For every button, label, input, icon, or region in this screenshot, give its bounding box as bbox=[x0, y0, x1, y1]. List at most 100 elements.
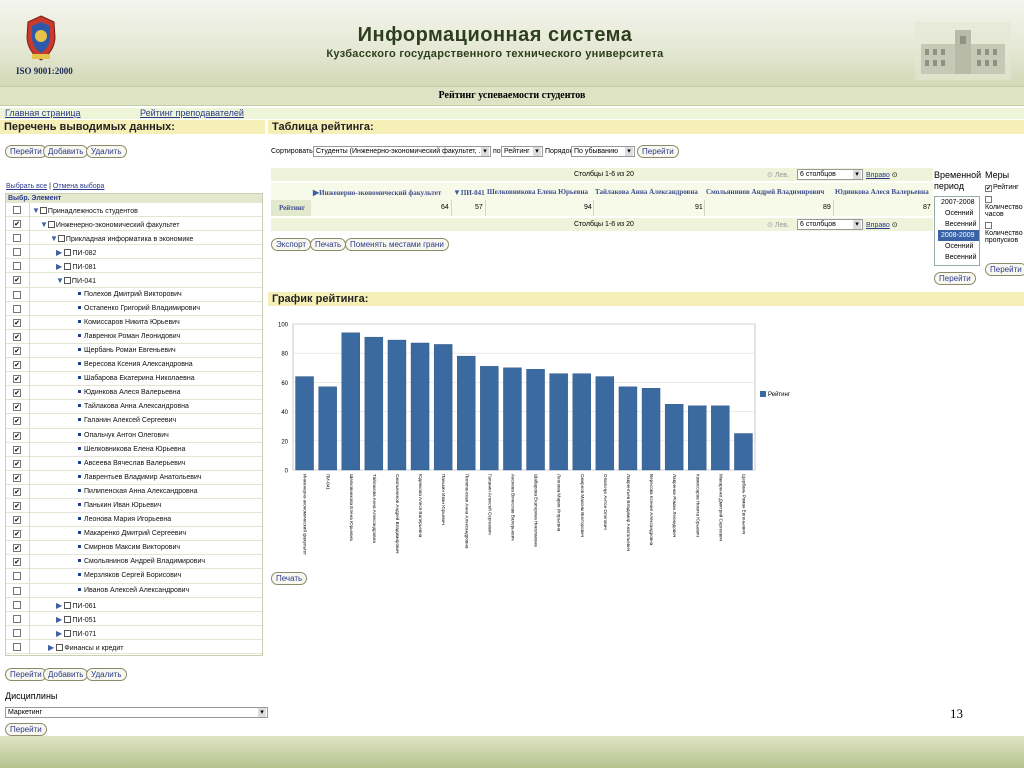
prev-columns-link[interactable]: ⊙ Лев. bbox=[767, 171, 789, 179]
tree-student-row[interactable]: ✔ Лаврентьев Владимир Анатольевич bbox=[6, 470, 262, 485]
tree-student-row[interactable]: ✔ Смирнов Максим Викторович bbox=[6, 541, 262, 556]
go-button-bottom[interactable]: Перейти bbox=[5, 668, 47, 681]
tree-student-row[interactable]: ✔ Пилипенская Анна Александровна bbox=[6, 484, 262, 499]
remove-button-bottom[interactable]: Удалить bbox=[86, 668, 127, 681]
tree-checkbox[interactable]: ✔ bbox=[13, 558, 21, 567]
tree-checkbox[interactable]: ✔ bbox=[13, 516, 21, 525]
expand-icon[interactable]: ▶ bbox=[48, 643, 56, 652]
col-header-6[interactable]: Юдинкова Алеся Валерьевна bbox=[835, 188, 929, 196]
tree-group-row[interactable]: ▶ ПИ-081 bbox=[6, 259, 262, 274]
nav-home-link[interactable]: Главная страница bbox=[5, 108, 81, 118]
tree-checkbox[interactable] bbox=[13, 600, 21, 609]
tree-checkbox[interactable]: ✔ bbox=[13, 220, 21, 229]
tree-student-row[interactable]: ✔ Юдинкова Алеся Валерьевна bbox=[6, 386, 262, 401]
tree-group-row[interactable]: ▶ ПИ-071 bbox=[6, 625, 262, 640]
period-item[interactable]: Осенний bbox=[938, 208, 979, 219]
columns-count-select-bottom[interactable]: 6 столбцов bbox=[797, 219, 863, 230]
period-item[interactable]: 2008-2009 bbox=[938, 230, 979, 241]
collapse-icon[interactable]: ▼ bbox=[32, 206, 40, 215]
tree-checkbox[interactable]: ✔ bbox=[13, 276, 21, 285]
tree-checkbox[interactable]: ✔ bbox=[13, 431, 21, 440]
tree-student-row[interactable]: Иванов Алексей Александрович bbox=[6, 583, 262, 598]
tree-group-row[interactable]: ✔ ▼ ПИ-041 bbox=[6, 273, 262, 288]
col-header-1[interactable]: ▶Инженерно-экономический факультет bbox=[313, 188, 441, 197]
tree-group-row[interactable]: ▶ Финансы и кредит bbox=[6, 639, 262, 654]
next-columns-link-bottom[interactable]: Вправо ⊙ bbox=[866, 221, 898, 229]
tree-student-row[interactable]: ✔ Макаренко Дмитрий Сергеевич bbox=[6, 527, 262, 542]
tree-checkbox[interactable]: ✔ bbox=[13, 361, 21, 370]
measure-option[interactable]: ✔ Рейтинг bbox=[985, 184, 1023, 192]
period-item[interactable]: Весенний bbox=[938, 252, 979, 263]
nav-teachers-rating-link[interactable]: Рейтинг преподавателей bbox=[140, 108, 244, 118]
expand-icon[interactable]: ▶ bbox=[56, 615, 64, 624]
cancel-selection-link[interactable]: Отмена выбора bbox=[53, 183, 105, 190]
tree-checkbox[interactable] bbox=[13, 586, 21, 595]
discipline-select[interactable]: Маркетинг bbox=[5, 707, 268, 718]
tree-student-row[interactable]: ✔ Панькин Иван Юрьевич bbox=[6, 498, 262, 514]
tree-student-row[interactable]: ✔ Авсеева Вячеслав Валерьевич bbox=[6, 456, 262, 471]
collapse-icon[interactable]: ▼ bbox=[56, 276, 64, 285]
tree-checkbox[interactable] bbox=[13, 628, 21, 637]
tree-student-row[interactable]: ✔ Комиссаров Никита Юрьевич bbox=[6, 315, 262, 330]
col-header-4[interactable]: Тайлакова Анна Александровна bbox=[595, 188, 698, 196]
tree-checkbox[interactable]: ✔ bbox=[13, 459, 21, 468]
expand-icon[interactable]: ▶ bbox=[56, 262, 64, 271]
measure-option[interactable]: Количество пропусков bbox=[985, 222, 1023, 244]
tree-checkbox[interactable] bbox=[13, 572, 21, 581]
tree-checkbox[interactable] bbox=[13, 234, 21, 243]
expand-icon[interactable]: ▶ bbox=[56, 629, 64, 638]
sort-go-button[interactable]: Перейти bbox=[637, 145, 679, 158]
period-list[interactable]: 2007-2008 Осенний Весенний 2008-2009 Осенний… bbox=[934, 196, 980, 266]
period-item[interactable]: Осенний bbox=[938, 241, 979, 252]
tree-checkbox[interactable] bbox=[13, 206, 21, 214]
tree-checkbox[interactable]: ✔ bbox=[13, 417, 21, 426]
measure-checkbox[interactable] bbox=[985, 196, 992, 203]
add-button[interactable]: Добавить bbox=[43, 145, 89, 158]
expand-icon[interactable]: ▶ bbox=[56, 601, 64, 610]
tree-checkbox[interactable]: ✔ bbox=[13, 332, 21, 341]
discipline-go-button[interactable]: Перейти bbox=[5, 723, 47, 736]
tree-checkbox[interactable] bbox=[13, 614, 21, 623]
period-go-button[interactable]: Перейти bbox=[934, 272, 976, 285]
swap-facets-button[interactable]: Поменять местами грани bbox=[345, 238, 449, 251]
tree-student-row[interactable]: ✔ Опальчук Антон Олегович bbox=[6, 428, 262, 443]
tree-student-row[interactable]: ✔ Шелковникова Елена Юрьевна bbox=[6, 442, 262, 457]
tree-student-row[interactable]: Остапенко Григорий Владимирович bbox=[6, 301, 262, 316]
tree-group-row[interactable]: ▶ ПИ-082 bbox=[6, 245, 262, 260]
tree-student-row[interactable]: ✔ Галанин Алексей Сергеевич bbox=[6, 414, 262, 429]
collapse-icon[interactable]: ▼ bbox=[40, 220, 48, 229]
print-chart-button[interactable]: Печать bbox=[271, 572, 308, 585]
tree-checkbox[interactable] bbox=[13, 262, 21, 271]
measure-checkbox[interactable] bbox=[985, 222, 992, 229]
select-all-link[interactable]: Выбрать все bbox=[6, 183, 47, 190]
col-header-5[interactable]: Смольянинов Андрей Владимирович bbox=[706, 188, 824, 196]
export-button[interactable]: Экспорт bbox=[271, 238, 312, 251]
order-select[interactable]: По убыванию bbox=[571, 146, 635, 157]
tree-student-row[interactable]: ✔ Смольянинов Андрей Владимирович bbox=[6, 555, 262, 570]
tree-checkbox[interactable] bbox=[13, 642, 21, 651]
prev-columns-link-bottom[interactable]: ⊙ Лев. bbox=[767, 221, 789, 229]
tree-group-row[interactable]: ▼ Принадлежность студентов bbox=[6, 203, 262, 218]
tree-group-row[interactable]: ▶ ПИ-051 bbox=[6, 611, 262, 626]
tree-checkbox[interactable]: ✔ bbox=[13, 403, 21, 412]
tree-group-row[interactable]: ▶ ПИ-061 bbox=[6, 597, 262, 612]
tree-checkbox[interactable]: ✔ bbox=[13, 501, 21, 510]
tree-student-row[interactable]: ✔ Шабарова Екатерина Николаевна bbox=[6, 372, 262, 387]
tree-checkbox[interactable]: ✔ bbox=[13, 389, 21, 398]
measure-select[interactable]: Рейтинг bbox=[501, 146, 543, 157]
tree-checkbox[interactable]: ✔ bbox=[13, 530, 21, 539]
print-table-button[interactable]: Печать bbox=[310, 238, 347, 251]
tree-checkbox[interactable]: ✔ bbox=[13, 445, 21, 454]
tree-student-row[interactable]: Мерзляков Сергей Борисович bbox=[6, 569, 262, 584]
tree-checkbox[interactable]: ✔ bbox=[13, 346, 21, 355]
tree-student-row[interactable]: ✔ Лавренюк Роман Леонидович bbox=[6, 329, 262, 344]
tree-checkbox[interactable]: ✔ bbox=[13, 318, 21, 327]
next-columns-link[interactable]: Вправо ⊙ bbox=[866, 171, 898, 179]
tree-student-row[interactable]: Полехов Дмитрий Викторович bbox=[6, 287, 262, 302]
tree-student-row[interactable]: ✔ Щербань Роман Евгеньевич bbox=[6, 343, 262, 359]
tree-checkbox[interactable]: ✔ bbox=[13, 375, 21, 384]
sort-by-select[interactable]: Студенты (Инженерно-экономический факуль… bbox=[313, 146, 491, 157]
add-button-bottom[interactable]: Добавить bbox=[43, 668, 89, 681]
tree-checkbox[interactable]: ✔ bbox=[13, 487, 21, 496]
col-header-3[interactable]: Шелковникова Елена Юрьевна bbox=[487, 188, 588, 196]
